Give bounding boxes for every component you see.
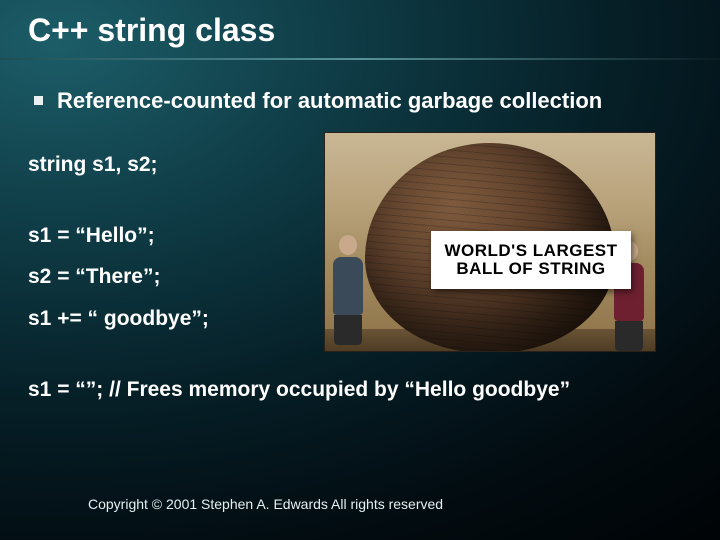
code-block: string s1, s2; s1 = “Hello”; s2 = “There… (28, 152, 209, 347)
person-left (331, 235, 365, 345)
bullet-item: Reference-counted for automatic garbage … (34, 88, 696, 114)
person-legs (615, 321, 643, 351)
code-comment: // Frees memory occupied by “Hello goodb… (109, 378, 570, 401)
slide: C++ string class Reference-counted for a… (0, 0, 720, 540)
code-decl: string s1, s2; (28, 152, 209, 177)
code-assign-4: s1 = “”; // Frees memory occupied by “He… (28, 378, 570, 402)
slide-title: C++ string class (28, 12, 275, 49)
bullet-text: Reference-counted for automatic garbage … (57, 88, 602, 113)
sign-line2: BALL OF STRING (431, 260, 631, 278)
person-legs (334, 315, 362, 345)
photo-sign: WORLD'S LARGEST BALL OF STRING (431, 231, 631, 289)
code-assign-1: s1 = “Hello”; (28, 223, 209, 248)
code-assign-4-code: s1 = “”; (28, 378, 109, 401)
code-assign-3: s1 += “ goodbye”; (28, 306, 209, 331)
person-body (333, 257, 363, 315)
code-assign-2: s2 = “There”; (28, 264, 209, 289)
bullet-icon (34, 96, 43, 105)
title-underline (0, 58, 720, 60)
person-head (339, 235, 357, 255)
sign-line1: WORLD'S LARGEST (431, 242, 631, 260)
copyright: Copyright © 2001 Stephen A. Edwards All … (88, 496, 443, 512)
illustration-photo: WORLD'S LARGEST BALL OF STRING (324, 132, 656, 352)
